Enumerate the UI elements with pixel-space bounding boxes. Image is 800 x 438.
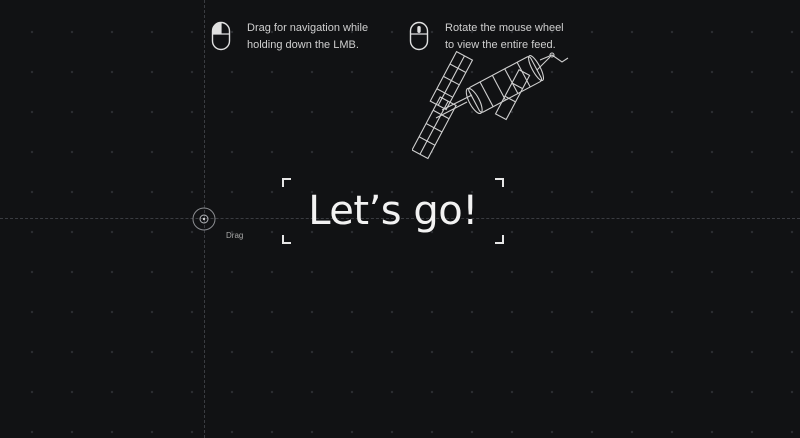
drag-hint: Drag for navigation while holding down t…: [211, 20, 397, 54]
lets-go-title: Let’s go!: [308, 188, 478, 234]
drag-target-icon[interactable]: [192, 207, 216, 231]
feed-canvas[interactable]: Drag for navigation while holding down t…: [0, 0, 800, 438]
drag-cursor-label: Drag: [226, 231, 244, 240]
mouse-left-button-icon: [211, 21, 231, 51]
satellite-icon: [412, 50, 569, 160]
drag-hint-line-1: Drag for navigation while: [247, 22, 369, 34]
wheel-hint-line-1: Rotate the mouse wheel: [445, 22, 564, 34]
drag-hint-line-2: holding down the LMB.: [247, 39, 359, 51]
lets-go-frame[interactable]: Let’s go!: [282, 178, 504, 244]
